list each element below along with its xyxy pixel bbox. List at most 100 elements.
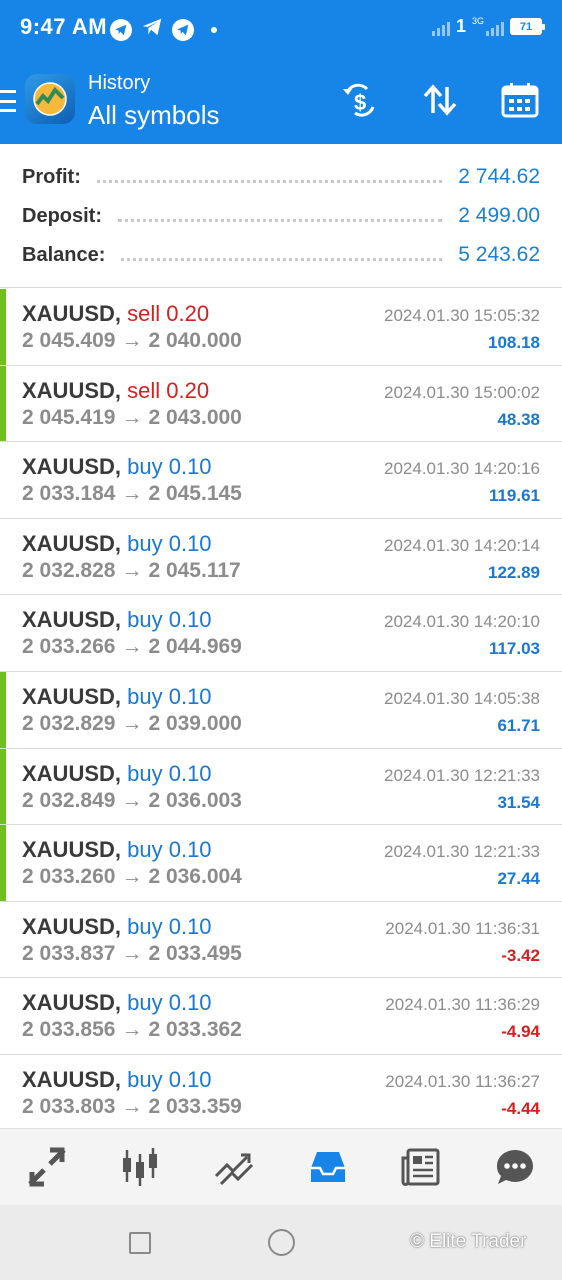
- deposit-filter-button[interactable]: $: [340, 80, 380, 120]
- deal-marker: [0, 365, 6, 442]
- more-notifications-dot: [211, 26, 217, 33]
- deal-profit: -3.42: [501, 945, 540, 965]
- balance-row: Balance: 5 243.62: [22, 240, 540, 270]
- deal-open-price: 2 033.184: [22, 482, 116, 506]
- deal-profit: 117.03: [488, 639, 540, 659]
- deal-close-price: 2 043.000: [148, 405, 242, 429]
- deal-close-price: 2 036.004: [148, 865, 242, 889]
- nav-history[interactable]: [298, 1137, 358, 1197]
- deal-symbol: XAUUSD,: [22, 990, 122, 1016]
- deal-row[interactable]: XAUUSD, buy 0.10 2 033.803 → 2 033.359 2024.…: [0, 1054, 562, 1132]
- deal-symbol: XAUUSD,: [22, 377, 122, 403]
- nav-trade[interactable]: [204, 1137, 264, 1197]
- deal-profit: 31.54: [497, 792, 540, 812]
- deal-symbol: XAUUSD,: [22, 301, 122, 326]
- signal-icon: [431, 18, 450, 36]
- screen-title: History: [88, 72, 151, 94]
- sort-button[interactable]: [420, 80, 460, 120]
- notification-icons: [110, 16, 217, 43]
- deal-open-price: 2 032.849: [22, 788, 116, 812]
- deal-time: 2024.01.30 11:36:29: [385, 995, 540, 1015]
- deal-close-price: 2 036.003: [148, 788, 242, 812]
- metatrader-logo: [25, 74, 75, 124]
- deal-row[interactable]: XAUUSD, buy 0.10 2 033.266 → 2 044.969 2024.…: [0, 595, 562, 672]
- deal-profit: 119.61: [488, 486, 540, 506]
- deal-symbol-line: XAUUSD, buy 0.10: [22, 684, 212, 710]
- deal-close-price: 2 040.000: [148, 329, 242, 352]
- arrow-right-icon: →: [121, 788, 143, 812]
- deal-row[interactable]: XAUUSD, buy 0.10 2 032.849 → 2 036.003 2024.…: [0, 748, 562, 826]
- deal-open-price: 2 032.828: [22, 558, 116, 582]
- deal-open-price: 2 033.266: [22, 635, 116, 659]
- profit-label: Profit:: [22, 165, 81, 188]
- deal-marker: [0, 671, 6, 748]
- arrow-right-icon: →: [121, 711, 143, 735]
- deal-symbol: XAUUSD,: [22, 837, 122, 863]
- deal-row[interactable]: XAUUSD, buy 0.10 2 032.829 → 2 039.000 2024.…: [0, 671, 562, 749]
- deal-close-price: 2 033.495: [148, 941, 242, 965]
- deal-row[interactable]: XAUUSD, buy 0.10 2 033.260 → 2 036.004 2024.…: [0, 825, 562, 902]
- deal-profit: 122.89: [488, 562, 540, 582]
- deal-symbol-line: XAUUSD, buy 0.10: [22, 837, 212, 863]
- deal-open-price: 2 045.409: [22, 329, 116, 352]
- deal-row[interactable]: XAUUSD, buy 0.10 2 033.837 → 2 033.495 2024.…: [0, 901, 562, 979]
- news-icon: [401, 1148, 440, 1186]
- deal-profit: 61.71: [497, 715, 540, 735]
- arrow-right-icon: →: [121, 1094, 143, 1118]
- deal-prices: 2 032.829 → 2 039.000: [22, 712, 242, 736]
- deal-profit: -4.44: [501, 1098, 540, 1118]
- status-time: 9:47 AM: [20, 14, 108, 39]
- deal-symbol: XAUUSD,: [22, 913, 122, 939]
- deal-row[interactable]: XAUUSD, buy 0.10 2 032.828 → 2 045.117 2024.…: [0, 518, 562, 596]
- menu-icon[interactable]: [0, 90, 16, 112]
- symbol-filter[interactable]: All symbols: [88, 100, 219, 131]
- battery-icon: 71: [510, 18, 545, 35]
- deal-close-price: 2 033.362: [148, 1018, 242, 1042]
- telegram-circle-icon-2: [172, 18, 194, 41]
- deal-type: buy 0.10: [127, 1066, 212, 1092]
- deal-prices: 2 033.184 → 2 045.145: [22, 482, 242, 506]
- balance-label: Balance:: [22, 243, 106, 266]
- signal-icon-2: [486, 18, 504, 36]
- chart-icon: [123, 1148, 158, 1186]
- deal-prices: 2 033.260 → 2 036.004: [22, 865, 242, 889]
- system-navigation-bar: © Elite Trader: [0, 1205, 562, 1280]
- calendar-button[interactable]: [500, 80, 540, 120]
- deal-type: buy 0.10: [127, 837, 212, 863]
- deal-close-price: 2 045.117: [148, 558, 241, 582]
- nav-quotes[interactable]: [17, 1137, 77, 1197]
- deal-time: 2024.01.30 15:05:32: [384, 306, 540, 325]
- nav-news[interactable]: [391, 1137, 451, 1197]
- deal-prices: 2 033.266 → 2 044.969: [22, 635, 242, 659]
- nav-chat[interactable]: [485, 1137, 545, 1197]
- arrow-right-icon: →: [121, 558, 143, 582]
- home-icon[interactable]: [268, 1229, 295, 1256]
- deal-open-price: 2 033.803: [22, 1094, 116, 1118]
- deal-row[interactable]: XAUUSD, sell 0.20 2 045.409 → 2 040.000 2024…: [0, 289, 562, 366]
- arrow-right-icon: →: [121, 329, 143, 352]
- deal-symbol: XAUUSD,: [22, 683, 122, 709]
- sort-arrows-icon: [423, 84, 457, 116]
- deal-close-price: 2 033.359: [148, 1094, 242, 1118]
- deal-type: sell 0.20: [127, 377, 210, 403]
- deal-type: buy 0.10: [127, 683, 212, 709]
- trade-icon: [215, 1153, 254, 1186]
- deal-row[interactable]: XAUUSD, buy 0.10 2 033.856 → 2 033.362 2024.…: [0, 978, 562, 1055]
- deal-type: buy 0.10: [127, 913, 212, 939]
- deal-row[interactable]: XAUUSD, buy 0.10 2 033.184 → 2 045.145 2024.…: [0, 442, 562, 519]
- deposit-row: Deposit: 2 499.00: [22, 201, 540, 231]
- deal-row[interactable]: XAUUSD, sell 0.20 2 045.419 → 2 043.000 2024…: [0, 365, 562, 443]
- deal-marker: [0, 748, 6, 825]
- nav-chart[interactable]: [110, 1137, 170, 1197]
- telegram-icon: [141, 16, 163, 43]
- deal-symbol-line: XAUUSD, sell 0.20: [22, 301, 209, 327]
- deal-time: 2024.01.30 11:36:31: [385, 918, 540, 938]
- deal-symbol-line: XAUUSD, buy 0.10: [22, 761, 212, 787]
- deal-marker: [0, 289, 6, 365]
- deal-open-price: 2 033.837: [22, 941, 116, 965]
- deal-profit: -4.94: [501, 1022, 540, 1042]
- deal-symbol-line: XAUUSD, buy 0.10: [22, 990, 212, 1016]
- recent-apps-icon[interactable]: [129, 1232, 151, 1254]
- deal-open-price: 2 033.260: [22, 865, 116, 889]
- deal-symbol: XAUUSD,: [22, 530, 122, 556]
